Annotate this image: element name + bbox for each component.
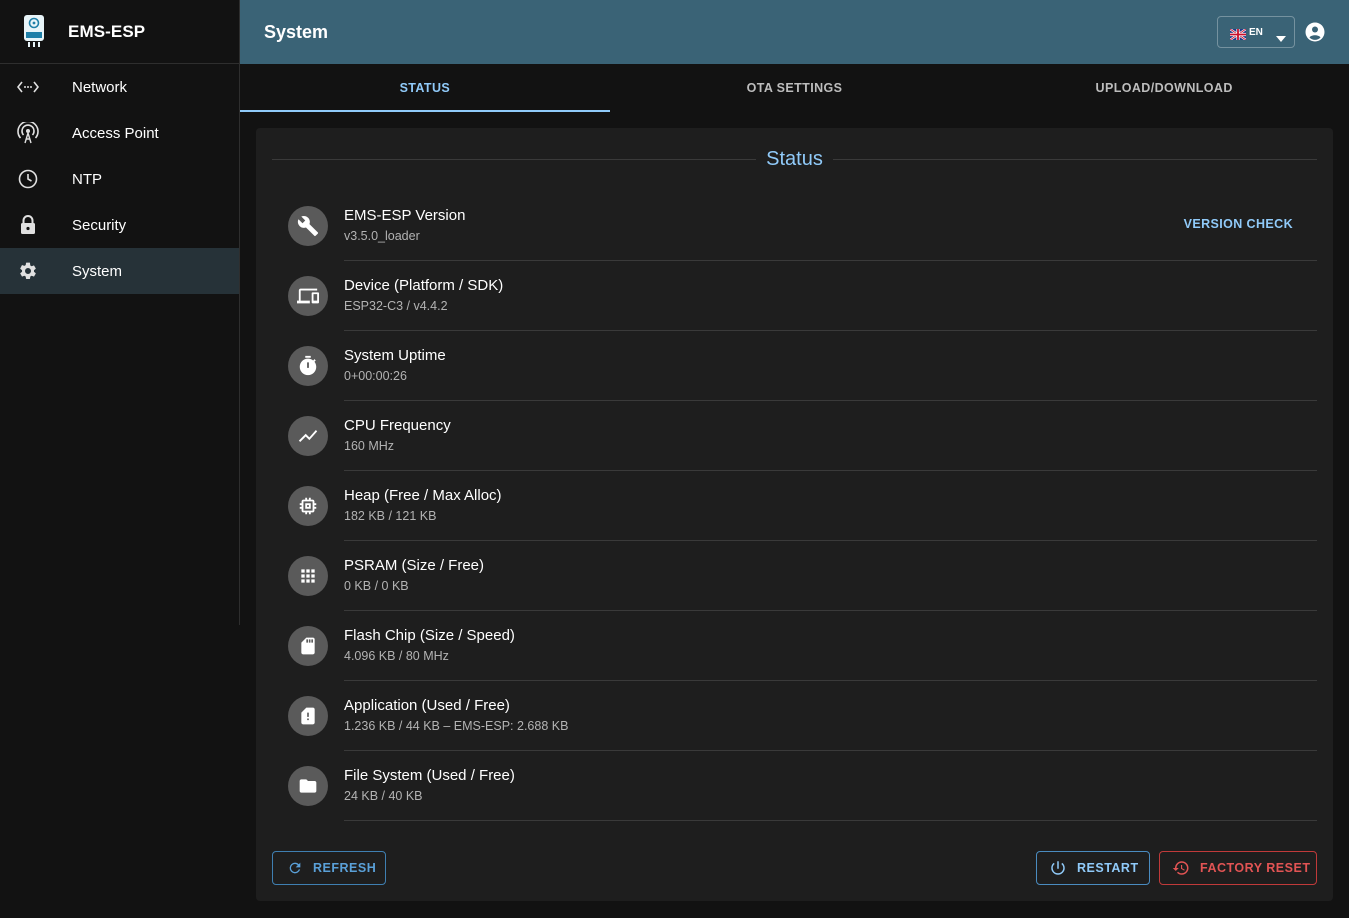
item-primary: EMS-ESP Version: [344, 207, 466, 224]
sidebar-item-system[interactable]: System: [0, 248, 239, 294]
caret-down-icon: [1275, 29, 1286, 42]
sd-card-alert-icon: [288, 696, 328, 736]
wrench-icon: [288, 206, 328, 246]
memory-chip-icon: [288, 486, 328, 526]
folder-icon: [288, 766, 328, 806]
trending-up-icon: [288, 416, 328, 456]
sd-card-icon: [288, 626, 328, 666]
item-secondary: v3.5.0_loader: [344, 229, 420, 243]
lock-icon: [16, 213, 40, 237]
app-header: System EN: [240, 0, 1349, 64]
access-point-icon: [16, 121, 40, 145]
list-item-file-system: File System (Used / Free) 24 KB / 40 KB: [288, 751, 1317, 821]
item-secondary: ESP32-C3 / v4.4.2: [344, 299, 448, 313]
tab-ota-settings[interactable]: OTA SETTINGS: [610, 64, 980, 112]
uk-flag-icon: [1229, 27, 1247, 41]
divider-left: [272, 158, 757, 160]
status-list: EMS-ESP Version v3.5.0_loader VERSION CH…: [288, 191, 1317, 821]
app-title: EMS-ESP: [68, 21, 146, 41]
account-circle-icon[interactable]: [1305, 22, 1325, 42]
row-divider: [344, 820, 1317, 821]
list-item-flash-chip: Flash Chip (Size / Speed) 4.096 KB / 80 …: [288, 611, 1317, 681]
list-item-version: EMS-ESP Version v3.5.0_loader VERSION CH…: [288, 191, 1317, 261]
list-item-uptime: System Uptime 0+00:00:26: [288, 331, 1317, 401]
sidebar-item-label: Network: [72, 78, 128, 96]
clock-icon: [16, 167, 40, 191]
item-primary: File System (Used / Free): [344, 767, 515, 784]
list-item-heap: Heap (Free / Max Alloc) 182 KB / 121 KB: [288, 471, 1317, 541]
language-select[interactable]: EN: [1217, 16, 1295, 48]
refresh-icon: [289, 862, 301, 874]
item-secondary: 1.236 KB / 44 KB – EMS-ESP: 2.688 KB: [344, 719, 569, 733]
item-primary: Device (Platform / SDK): [344, 277, 504, 294]
item-primary: Application (Used / Free): [344, 697, 510, 714]
tab-bar: STATUS OTA SETTINGS UPLOAD/DOWNLOAD: [240, 64, 1349, 112]
factory-reset-button[interactable]: FACTORY RESET: [1159, 851, 1317, 885]
refresh-label: REFRESH: [313, 861, 377, 875]
item-secondary: 182 KB / 121 KB: [344, 509, 437, 523]
item-secondary: 160 MHz: [344, 439, 395, 453]
sidebar-item-label: Access Point: [72, 124, 159, 142]
restart-label: RESTART: [1077, 861, 1139, 875]
gear-icon: [16, 259, 40, 283]
sidebar-item-label: System: [72, 262, 123, 280]
power-icon: [1051, 861, 1065, 875]
network-arrows-icon: [16, 75, 40, 99]
ems-esp-logo-icon: [22, 14, 46, 49]
item-secondary: 0 KB / 0 KB: [344, 579, 409, 593]
history-icon: [1172, 861, 1189, 875]
page-title: System: [264, 21, 329, 42]
language-code: EN: [1249, 26, 1263, 38]
sidebar-item-network[interactable]: Network: [0, 64, 239, 110]
item-primary: System Uptime: [344, 347, 446, 364]
item-primary: Flash Chip (Size / Speed): [344, 627, 515, 644]
section-header: Status: [272, 146, 1318, 172]
restart-button[interactable]: RESTART: [1036, 851, 1150, 885]
section-title: Status: [766, 147, 823, 170]
list-item-device: Device (Platform / SDK) ESP32-C3 / v4.4.…: [288, 261, 1317, 331]
list-item-application: Application (Used / Free) 1.236 KB / 44 …: [288, 681, 1317, 751]
item-primary: Heap (Free / Max Alloc): [344, 487, 502, 504]
list-item-cpu: CPU Frequency 160 MHz: [288, 401, 1317, 471]
devices-icon: [288, 276, 328, 316]
list-item-psram: PSRAM (Size / Free) 0 KB / 0 KB: [288, 541, 1317, 611]
apps-grid-icon: [288, 556, 328, 596]
item-secondary: 4.096 KB / 80 MHz: [344, 649, 449, 663]
factory-reset-label: FACTORY RESET: [1200, 861, 1311, 875]
item-secondary: 24 KB / 40 KB: [344, 789, 423, 803]
item-secondary: 0+00:00:26: [344, 369, 407, 383]
sidebar: EMS-ESP Network Access Point NTP Securit…: [0, 0, 240, 625]
refresh-button[interactable]: REFRESH: [272, 851, 386, 885]
item-primary: CPU Frequency: [344, 417, 451, 434]
brand: EMS-ESP: [0, 0, 239, 64]
tab-status[interactable]: STATUS: [240, 64, 610, 112]
sidebar-item-ntp[interactable]: NTP: [0, 156, 239, 202]
item-primary: PSRAM (Size / Free): [344, 557, 485, 574]
sidebar-item-label: NTP: [72, 170, 102, 188]
status-card: Status EMS-ESP Version v3.5.0_loader VER…: [256, 128, 1333, 901]
sidebar-item-security[interactable]: Security: [0, 202, 239, 248]
tab-upload-download[interactable]: UPLOAD/DOWNLOAD: [979, 64, 1349, 112]
divider-right: [832, 158, 1318, 160]
timer-icon: [288, 346, 328, 386]
sidebar-item-access-point[interactable]: Access Point: [0, 110, 239, 156]
version-check-button[interactable]: VERSION CHECK: [1184, 217, 1293, 231]
sidebar-item-label: Security: [72, 216, 127, 234]
